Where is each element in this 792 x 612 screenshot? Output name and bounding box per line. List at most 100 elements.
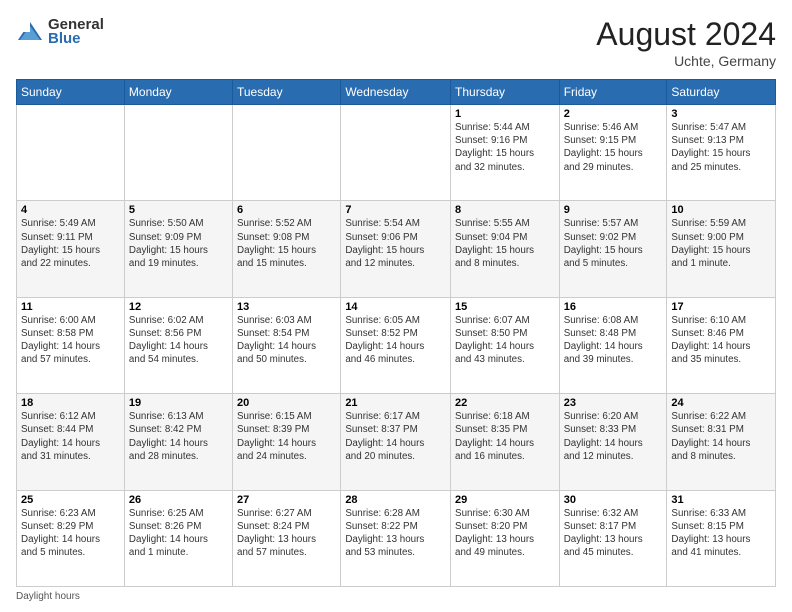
day-info: Sunrise: 6:00 AM Sunset: 8:58 PM Dayligh… [21, 314, 120, 367]
day-info: Sunrise: 5:54 AM Sunset: 9:06 PM Dayligh… [345, 217, 446, 270]
day-number: 5 [129, 204, 228, 216]
day-info: Sunrise: 6:27 AM Sunset: 8:24 PM Dayligh… [237, 507, 336, 560]
day-number: 31 [671, 494, 771, 506]
day-number: 12 [129, 301, 228, 313]
day-number: 23 [564, 397, 663, 409]
calendar-cell: 14Sunrise: 6:05 AM Sunset: 8:52 PM Dayli… [341, 297, 451, 393]
day-info: Sunrise: 5:52 AM Sunset: 9:08 PM Dayligh… [237, 217, 336, 270]
day-info: Sunrise: 6:20 AM Sunset: 8:33 PM Dayligh… [564, 410, 663, 463]
calendar-cell: 4Sunrise: 5:49 AM Sunset: 9:11 PM Daylig… [17, 201, 125, 297]
logo-icon [16, 18, 44, 46]
day-info: Sunrise: 6:32 AM Sunset: 8:17 PM Dayligh… [564, 507, 663, 560]
day-info: Sunrise: 6:17 AM Sunset: 8:37 PM Dayligh… [345, 410, 446, 463]
calendar-cell: 15Sunrise: 6:07 AM Sunset: 8:50 PM Dayli… [451, 297, 560, 393]
calendar-cell [341, 105, 451, 201]
day-info: Sunrise: 6:13 AM Sunset: 8:42 PM Dayligh… [129, 410, 228, 463]
calendar-cell: 29Sunrise: 6:30 AM Sunset: 8:20 PM Dayli… [451, 490, 560, 586]
calendar-cell: 19Sunrise: 6:13 AM Sunset: 8:42 PM Dayli… [124, 394, 232, 490]
calendar-cell: 13Sunrise: 6:03 AM Sunset: 8:54 PM Dayli… [233, 297, 341, 393]
calendar-week-row: 11Sunrise: 6:00 AM Sunset: 8:58 PM Dayli… [17, 297, 776, 393]
col-header-monday: Monday [124, 80, 232, 105]
day-number: 20 [237, 397, 336, 409]
month-year: August 2024 [596, 16, 776, 53]
day-number: 24 [671, 397, 771, 409]
title-block: August 2024 Uchte, Germany [596, 16, 776, 69]
calendar-cell [233, 105, 341, 201]
day-number: 13 [237, 301, 336, 313]
page: General Blue August 2024 Uchte, Germany … [0, 0, 792, 612]
day-number: 19 [129, 397, 228, 409]
calendar-cell: 26Sunrise: 6:25 AM Sunset: 8:26 PM Dayli… [124, 490, 232, 586]
calendar-table: SundayMondayTuesdayWednesdayThursdayFrid… [16, 79, 776, 587]
day-number: 2 [564, 108, 663, 120]
col-header-saturday: Saturday [667, 80, 776, 105]
day-number: 4 [21, 204, 120, 216]
calendar-week-row: 18Sunrise: 6:12 AM Sunset: 8:44 PM Dayli… [17, 394, 776, 490]
day-number: 9 [564, 204, 663, 216]
calendar-cell: 8Sunrise: 5:55 AM Sunset: 9:04 PM Daylig… [451, 201, 560, 297]
calendar-cell: 3Sunrise: 5:47 AM Sunset: 9:13 PM Daylig… [667, 105, 776, 201]
calendar-cell: 28Sunrise: 6:28 AM Sunset: 8:22 PM Dayli… [341, 490, 451, 586]
calendar-cell: 9Sunrise: 5:57 AM Sunset: 9:02 PM Daylig… [559, 201, 667, 297]
day-number: 16 [564, 301, 663, 313]
day-number: 11 [21, 301, 120, 313]
day-info: Sunrise: 5:44 AM Sunset: 9:16 PM Dayligh… [455, 121, 555, 174]
day-info: Sunrise: 6:18 AM Sunset: 8:35 PM Dayligh… [455, 410, 555, 463]
col-header-sunday: Sunday [17, 80, 125, 105]
calendar-cell [17, 105, 125, 201]
day-info: Sunrise: 5:46 AM Sunset: 9:15 PM Dayligh… [564, 121, 663, 174]
day-number: 8 [455, 204, 555, 216]
calendar-cell: 1Sunrise: 5:44 AM Sunset: 9:16 PM Daylig… [451, 105, 560, 201]
day-number: 30 [564, 494, 663, 506]
day-number: 28 [345, 494, 446, 506]
day-number: 15 [455, 301, 555, 313]
calendar-cell: 24Sunrise: 6:22 AM Sunset: 8:31 PM Dayli… [667, 394, 776, 490]
day-info: Sunrise: 6:33 AM Sunset: 8:15 PM Dayligh… [671, 507, 771, 560]
day-number: 3 [671, 108, 771, 120]
calendar-cell: 25Sunrise: 6:23 AM Sunset: 8:29 PM Dayli… [17, 490, 125, 586]
day-info: Sunrise: 5:47 AM Sunset: 9:13 PM Dayligh… [671, 121, 771, 174]
calendar-cell: 17Sunrise: 6:10 AM Sunset: 8:46 PM Dayli… [667, 297, 776, 393]
day-info: Sunrise: 6:02 AM Sunset: 8:56 PM Dayligh… [129, 314, 228, 367]
logo: General Blue [16, 16, 104, 47]
calendar-cell: 21Sunrise: 6:17 AM Sunset: 8:37 PM Dayli… [341, 394, 451, 490]
day-info: Sunrise: 5:49 AM Sunset: 9:11 PM Dayligh… [21, 217, 120, 270]
day-info: Sunrise: 6:07 AM Sunset: 8:50 PM Dayligh… [455, 314, 555, 367]
calendar-week-row: 1Sunrise: 5:44 AM Sunset: 9:16 PM Daylig… [17, 105, 776, 201]
calendar-header-row: SundayMondayTuesdayWednesdayThursdayFrid… [17, 80, 776, 105]
day-info: Sunrise: 5:50 AM Sunset: 9:09 PM Dayligh… [129, 217, 228, 270]
footer: Daylight hours [16, 591, 776, 602]
day-info: Sunrise: 5:59 AM Sunset: 9:00 PM Dayligh… [671, 217, 771, 270]
calendar-cell: 27Sunrise: 6:27 AM Sunset: 8:24 PM Dayli… [233, 490, 341, 586]
col-header-tuesday: Tuesday [233, 80, 341, 105]
day-info: Sunrise: 5:55 AM Sunset: 9:04 PM Dayligh… [455, 217, 555, 270]
day-info: Sunrise: 6:12 AM Sunset: 8:44 PM Dayligh… [21, 410, 120, 463]
header: General Blue August 2024 Uchte, Germany [16, 16, 776, 69]
day-number: 18 [21, 397, 120, 409]
daylight-label: Daylight hours [16, 591, 80, 602]
calendar-week-row: 25Sunrise: 6:23 AM Sunset: 8:29 PM Dayli… [17, 490, 776, 586]
day-number: 17 [671, 301, 771, 313]
calendar-cell [124, 105, 232, 201]
location: Uchte, Germany [596, 53, 776, 69]
day-number: 14 [345, 301, 446, 313]
calendar-cell: 10Sunrise: 5:59 AM Sunset: 9:00 PM Dayli… [667, 201, 776, 297]
calendar-cell: 22Sunrise: 6:18 AM Sunset: 8:35 PM Dayli… [451, 394, 560, 490]
day-info: Sunrise: 6:03 AM Sunset: 8:54 PM Dayligh… [237, 314, 336, 367]
day-info: Sunrise: 6:08 AM Sunset: 8:48 PM Dayligh… [564, 314, 663, 367]
calendar-cell: 2Sunrise: 5:46 AM Sunset: 9:15 PM Daylig… [559, 105, 667, 201]
calendar-cell: 7Sunrise: 5:54 AM Sunset: 9:06 PM Daylig… [341, 201, 451, 297]
col-header-wednesday: Wednesday [341, 80, 451, 105]
day-info: Sunrise: 6:30 AM Sunset: 8:20 PM Dayligh… [455, 507, 555, 560]
day-info: Sunrise: 5:57 AM Sunset: 9:02 PM Dayligh… [564, 217, 663, 270]
logo-text: General Blue [48, 16, 104, 47]
calendar-cell: 30Sunrise: 6:32 AM Sunset: 8:17 PM Dayli… [559, 490, 667, 586]
calendar-cell: 6Sunrise: 5:52 AM Sunset: 9:08 PM Daylig… [233, 201, 341, 297]
day-number: 1 [455, 108, 555, 120]
day-number: 29 [455, 494, 555, 506]
calendar-cell: 31Sunrise: 6:33 AM Sunset: 8:15 PM Dayli… [667, 490, 776, 586]
day-number: 27 [237, 494, 336, 506]
col-header-friday: Friday [559, 80, 667, 105]
calendar-cell: 18Sunrise: 6:12 AM Sunset: 8:44 PM Dayli… [17, 394, 125, 490]
day-info: Sunrise: 6:28 AM Sunset: 8:22 PM Dayligh… [345, 507, 446, 560]
